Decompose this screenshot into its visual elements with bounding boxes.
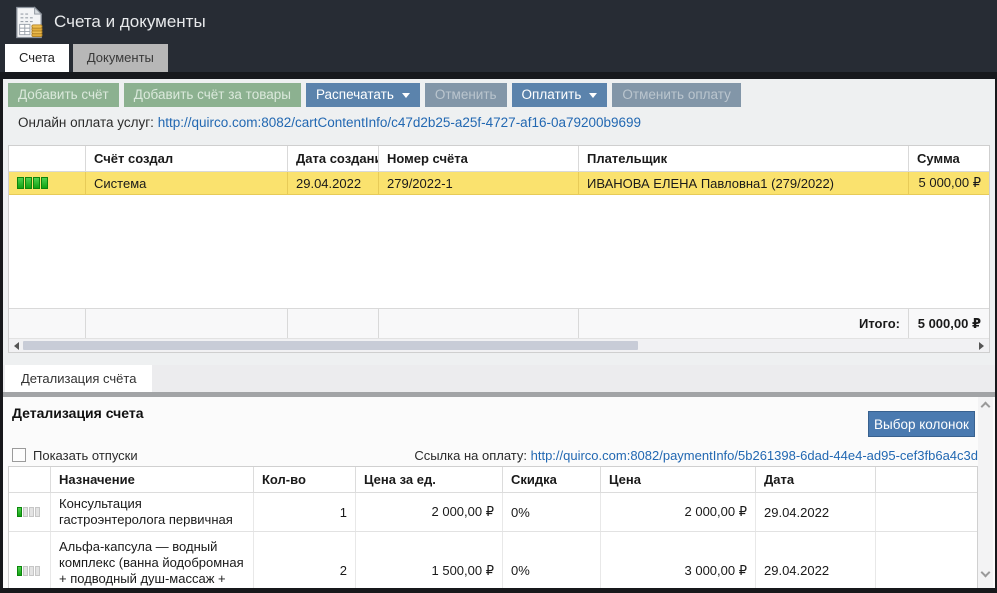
total-value: 5 000,00 ₽	[909, 309, 989, 338]
column-header-amount[interactable]: Сумма	[909, 146, 989, 171]
service-name: Альфа-капсула — водный комплекс (ванна й…	[51, 532, 254, 588]
service-name: Консультация гастроэнтеролога первичная	[51, 493, 254, 531]
invoice-number: 279/2022-1	[379, 172, 579, 194]
column-header-date[interactable]: Дата	[756, 467, 876, 492]
detail-status-cell	[9, 493, 51, 531]
invoice-amount: 5 000,00 ₽	[909, 172, 989, 194]
cancel-button[interactable]: Отменить	[425, 83, 507, 107]
detail-row[interactable]: Консультация гастроэнтеролога первичная …	[9, 493, 977, 532]
service-date: 29.04.2022	[756, 493, 876, 531]
online-payment-link[interactable]: http://quirco.com:8082/cartContentInfo/c…	[158, 115, 641, 130]
window-titlebar: Счета и документы	[0, 0, 997, 44]
pay-button-label: Оплатить	[522, 83, 582, 107]
detail-table: Назначение Кол-во Цена за ед. Скидка Цен…	[8, 466, 978, 588]
column-header-status[interactable]	[9, 146, 86, 171]
service-unit-price: 1 500,00 ₽	[356, 532, 503, 588]
horizontal-scrollbar[interactable]	[9, 338, 989, 352]
column-header-created[interactable]: Дата создания	[288, 146, 379, 171]
footer-cell-empty	[86, 309, 288, 338]
tab-documents[interactable]: Документы	[73, 44, 168, 72]
content-area: Добавить счёт Добавить счёт за товары Ра…	[3, 79, 995, 588]
add-goods-invoice-button[interactable]: Добавить счёт за товары	[124, 83, 301, 107]
invoice-created-date: 29.04.2022	[288, 172, 379, 194]
show-dispense-label: Показать отпуски	[33, 448, 138, 463]
column-header-extra[interactable]	[876, 467, 977, 492]
print-button[interactable]: Распечатать	[306, 83, 420, 107]
choose-columns-button[interactable]: Выбор колонок	[868, 411, 975, 437]
chevron-down-icon	[589, 93, 597, 98]
invoice-toolbar: Добавить счёт Добавить счёт за товары Ра…	[8, 83, 741, 107]
print-button-label: Распечатать	[316, 83, 394, 107]
window-title: Счета и документы	[54, 12, 206, 32]
document-with-coins-icon	[14, 6, 44, 39]
invoices-table: Счёт создал Дата создания Номер счёта Пл…	[8, 145, 990, 353]
invoice-creator: Система	[86, 172, 288, 194]
detail-tabbar: Детализация счёта	[3, 365, 995, 392]
cancel-payment-button[interactable]: Отменить оплату	[612, 83, 740, 107]
status-bars-partial-icon	[17, 566, 40, 576]
service-date: 29.04.2022	[756, 532, 876, 588]
column-header-price[interactable]: Цена	[601, 467, 756, 492]
service-extra	[876, 493, 977, 531]
payment-link[interactable]: http://quirco.com:8082/paymentInfo/5b261…	[531, 448, 978, 463]
column-header-payer[interactable]: Плательщик	[579, 146, 909, 171]
detail-status-cell	[9, 532, 51, 588]
column-header-discount[interactable]: Скидка	[503, 467, 601, 492]
online-payment-row: Онлайн оплата услуг: http://quirco.com:8…	[18, 115, 641, 130]
service-qty: 2	[254, 532, 356, 588]
invoice-row-selected[interactable]: Система 29.04.2022 279/2022-1 ИВАНОВА ЕЛ…	[9, 172, 989, 195]
service-unit-price: 2 000,00 ₽	[356, 493, 503, 531]
online-payment-label: Онлайн оплата услуг:	[18, 115, 154, 130]
invoices-table-header: Счёт создал Дата создания Номер счёта Пл…	[9, 146, 989, 172]
horizontal-scrollbar-thumb[interactable]	[23, 341, 638, 350]
service-discount: 0%	[503, 493, 601, 531]
detail-panel: Детализация счета Выбор колонок Показать…	[3, 397, 995, 588]
status-bars-partial-icon	[17, 507, 40, 517]
tabbar-bottom-strip	[0, 72, 997, 79]
footer-cell-empty	[9, 309, 86, 338]
service-extra	[876, 532, 977, 588]
show-dispense-checkbox[interactable]	[12, 448, 26, 462]
detail-panel-title: Детализация счета	[12, 405, 144, 421]
service-discount: 0%	[503, 532, 601, 588]
column-header-qty[interactable]: Кол-во	[254, 467, 356, 492]
payment-link-label: Ссылка на оплату:	[414, 448, 527, 463]
footer-cell-empty	[379, 309, 579, 338]
column-header-creator[interactable]: Счёт создал	[86, 146, 288, 171]
invoice-status-cell	[9, 172, 86, 194]
main-tabbar: Счета Документы	[0, 44, 997, 72]
invoices-table-footer: Итого: 5 000,00 ₽	[9, 308, 989, 338]
detail-row[interactable]: Альфа-капсула — водный комплекс (ванна й…	[9, 532, 977, 588]
detail-table-header: Назначение Кол-во Цена за ед. Скидка Цен…	[9, 467, 977, 493]
detail-options-row: Показать отпуски Ссылка на оплату: http:…	[12, 445, 978, 465]
add-invoice-button[interactable]: Добавить счёт	[8, 83, 119, 107]
column-header-unit-price[interactable]: Цена за ед.	[356, 467, 503, 492]
pay-button[interactable]: Оплатить	[512, 83, 608, 107]
invoices-table-empty-area	[9, 195, 989, 308]
service-price: 3 000,00 ₽	[601, 532, 756, 588]
invoice-payer: ИВАНОВА ЕЛЕНА Павловна1 (279/2022)	[579, 172, 909, 194]
column-header-number[interactable]: Номер счёта	[379, 146, 579, 171]
status-bars-green-icon	[17, 177, 48, 189]
footer-cell-empty	[288, 309, 379, 338]
column-header-name[interactable]: Назначение	[51, 467, 254, 492]
tab-invoice-detail[interactable]: Детализация счёта	[5, 365, 152, 392]
scroll-left-arrow-icon[interactable]	[14, 342, 19, 350]
invoices-and-documents-window: Счета и документы Счета Документы Добави…	[0, 0, 997, 593]
total-label: Итого:	[579, 309, 909, 338]
chevron-down-icon	[402, 93, 410, 98]
tab-invoices[interactable]: Счета	[5, 44, 69, 72]
scroll-up-arrow-icon[interactable]	[981, 402, 991, 412]
vertical-scrollbar[interactable]	[978, 397, 993, 588]
service-price: 2 000,00 ₽	[601, 493, 756, 531]
scroll-down-arrow-icon[interactable]	[981, 568, 991, 578]
column-header-status[interactable]	[9, 467, 51, 492]
scroll-right-arrow-icon[interactable]	[979, 342, 984, 350]
service-qty: 1	[254, 493, 356, 531]
